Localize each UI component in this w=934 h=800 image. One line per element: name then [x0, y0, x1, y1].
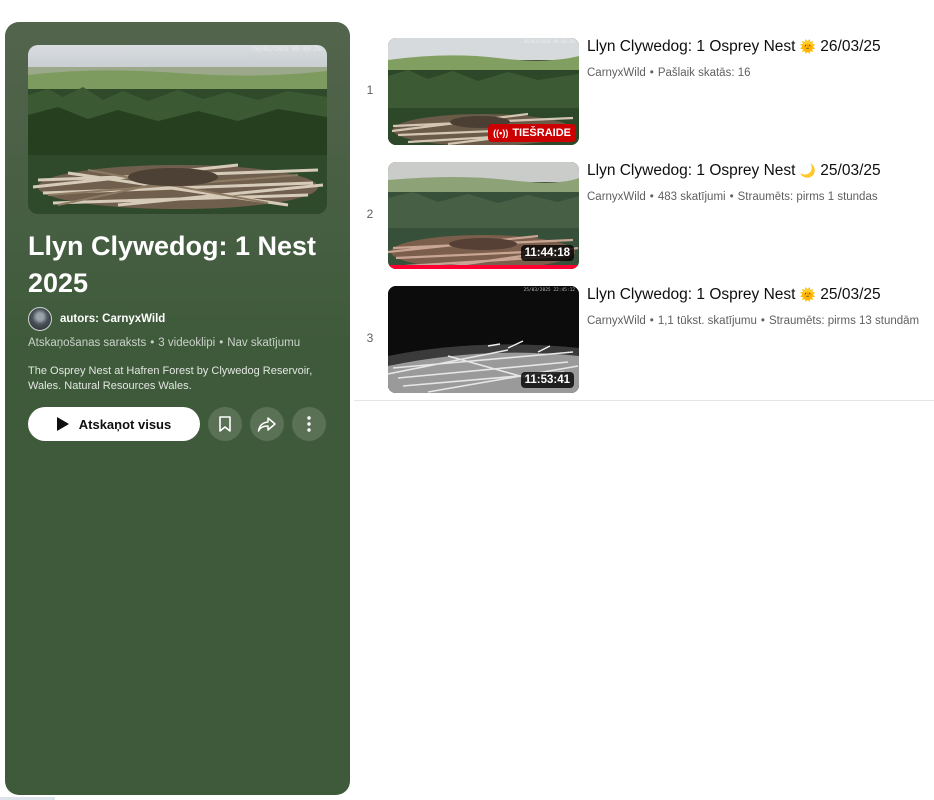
- owner-name[interactable]: autors: CarnyxWild: [60, 313, 165, 325]
- video-meta: CarnyxWild • 1,1 tūkst. skatījumu • Stra…: [587, 315, 919, 327]
- video-meta: CarnyxWild • Pašlaik skatās: 16: [587, 67, 751, 79]
- view-count: 1,1 tūkst. skatījumu: [657, 315, 757, 327]
- channel-avatar[interactable]: [28, 307, 52, 331]
- play-icon: [56, 417, 69, 431]
- playlist-actions: Atskaņot visus: [28, 407, 326, 441]
- video-index: 1: [366, 83, 374, 97]
- video-duration: 11:53:41: [520, 372, 574, 388]
- video-index: 2: [366, 207, 374, 221]
- video-index: 3: [366, 331, 374, 345]
- playlist-description: The Osprey Nest at Hafren Forest by Clyw…: [28, 365, 313, 392]
- play-all-button[interactable]: Atskaņot visus: [28, 407, 200, 441]
- video-duration: 11:44:18: [520, 245, 574, 261]
- meta-separator: •: [649, 67, 654, 79]
- bookmark-icon: [219, 416, 231, 432]
- list-item[interactable]: 1 26/03/2025 09:09:26 ((•)) TIEŠRAIDE Ll…: [354, 22, 934, 146]
- video-title-text: Llyn Clywedog: 1 Osprey Nest: [587, 162, 796, 179]
- video-meta: CarnyxWild • 483 skatījumi • Straumēts: …: [587, 191, 878, 203]
- watching-count: Pašlaik skatās: 16: [657, 67, 751, 79]
- meta-separator: •: [760, 315, 765, 327]
- playlist-title: Llyn Clywedog: 1 Nest 2025: [28, 231, 317, 298]
- moon-icon: 🌙: [799, 163, 816, 178]
- video-title[interactable]: Llyn Clywedog: 1 Osprey Nest 🌞 25/03/25: [587, 285, 932, 305]
- play-all-label: Atskaņot visus: [78, 416, 172, 432]
- playlist-type: Atskaņošanas saraksts: [28, 337, 147, 349]
- video-title-text: Llyn Clywedog: 1 Osprey Nest: [587, 38, 796, 55]
- video-title-date: 25/03/25: [820, 162, 881, 179]
- thumbnail-timestamp: 26/03/2025 09:09:25: [252, 46, 321, 53]
- nest-scene-image: 26/03/2025 09:09:25: [28, 45, 327, 214]
- meta-separator: •: [729, 191, 734, 203]
- playlist-thumbnail[interactable]: 26/03/2025 09:09:25: [28, 45, 327, 214]
- live-badge: ((•)) TIEŠRAIDE: [488, 124, 576, 142]
- list-item[interactable]: 3 25/03/2025 22:45:12 11:53:41 Llyn Clyw…: [354, 270, 934, 394]
- channel-name[interactable]: CarnyxWild: [587, 315, 646, 327]
- thumbnail-timestamp: 26/03/2025 09:09:26: [524, 39, 576, 45]
- sun-icon: 🌞: [799, 287, 816, 302]
- view-count: Nav skatījumu: [227, 337, 301, 349]
- list-divider: [354, 400, 934, 401]
- playlist-owner[interactable]: autors: CarnyxWild: [28, 307, 165, 331]
- stream-age: Straumēts: pirms 1 stundas: [737, 191, 878, 203]
- playlist-header-panel: 26/03/2025 09:09:25 Llyn Clywedog: 1 Nes…: [5, 22, 350, 795]
- video-title-date: 25/03/25: [820, 286, 881, 303]
- thumbnail-timestamp: 25/03/2025 22:45:12: [524, 287, 576, 293]
- watched-progress-bar: [388, 265, 579, 269]
- channel-name[interactable]: CarnyxWild: [587, 67, 646, 79]
- list-item[interactable]: 2 11:44:18 Llyn Clywedog: 1 Osprey Nest …: [354, 146, 934, 270]
- playlist-video-list: 1 26/03/2025 09:09:26 ((•)) TIEŠRAIDE Ll…: [354, 22, 934, 394]
- view-count: 483 skatījumi: [657, 191, 726, 203]
- meta-separator: •: [150, 337, 155, 349]
- share-button[interactable]: [250, 407, 284, 441]
- video-thumbnail[interactable]: 26/03/2025 09:09:26 ((•)) TIEŠRAIDE: [388, 38, 579, 145]
- save-playlist-button[interactable]: [208, 407, 242, 441]
- video-thumbnail[interactable]: 25/03/2025 22:45:12 11:53:41: [388, 286, 579, 393]
- video-title[interactable]: Llyn Clywedog: 1 Osprey Nest 🌙 25/03/25: [587, 161, 932, 181]
- live-broadcast-icon: ((•)): [493, 128, 509, 138]
- video-title-text: Llyn Clywedog: 1 Osprey Nest: [587, 286, 796, 303]
- more-vert-icon: [307, 416, 311, 432]
- video-title-date: 26/03/25: [820, 38, 881, 55]
- meta-separator: •: [649, 315, 654, 327]
- video-count: 3 videoklipi: [158, 337, 216, 349]
- sun-icon: 🌞: [799, 39, 816, 54]
- share-icon: [257, 417, 276, 432]
- more-actions-button[interactable]: [292, 407, 326, 441]
- video-title[interactable]: Llyn Clywedog: 1 Osprey Nest 🌞 26/03/25: [587, 37, 932, 57]
- video-thumbnail[interactable]: 11:44:18: [388, 162, 579, 269]
- stream-age: Straumēts: pirms 13 stundām: [768, 315, 920, 327]
- meta-separator: •: [649, 191, 654, 203]
- live-badge-label: TIEŠRAIDE: [512, 127, 571, 139]
- channel-name[interactable]: CarnyxWild: [587, 191, 646, 203]
- playlist-meta: Atskaņošanas saraksts • 3 videoklipi • N…: [28, 337, 300, 349]
- meta-separator: •: [219, 337, 224, 349]
